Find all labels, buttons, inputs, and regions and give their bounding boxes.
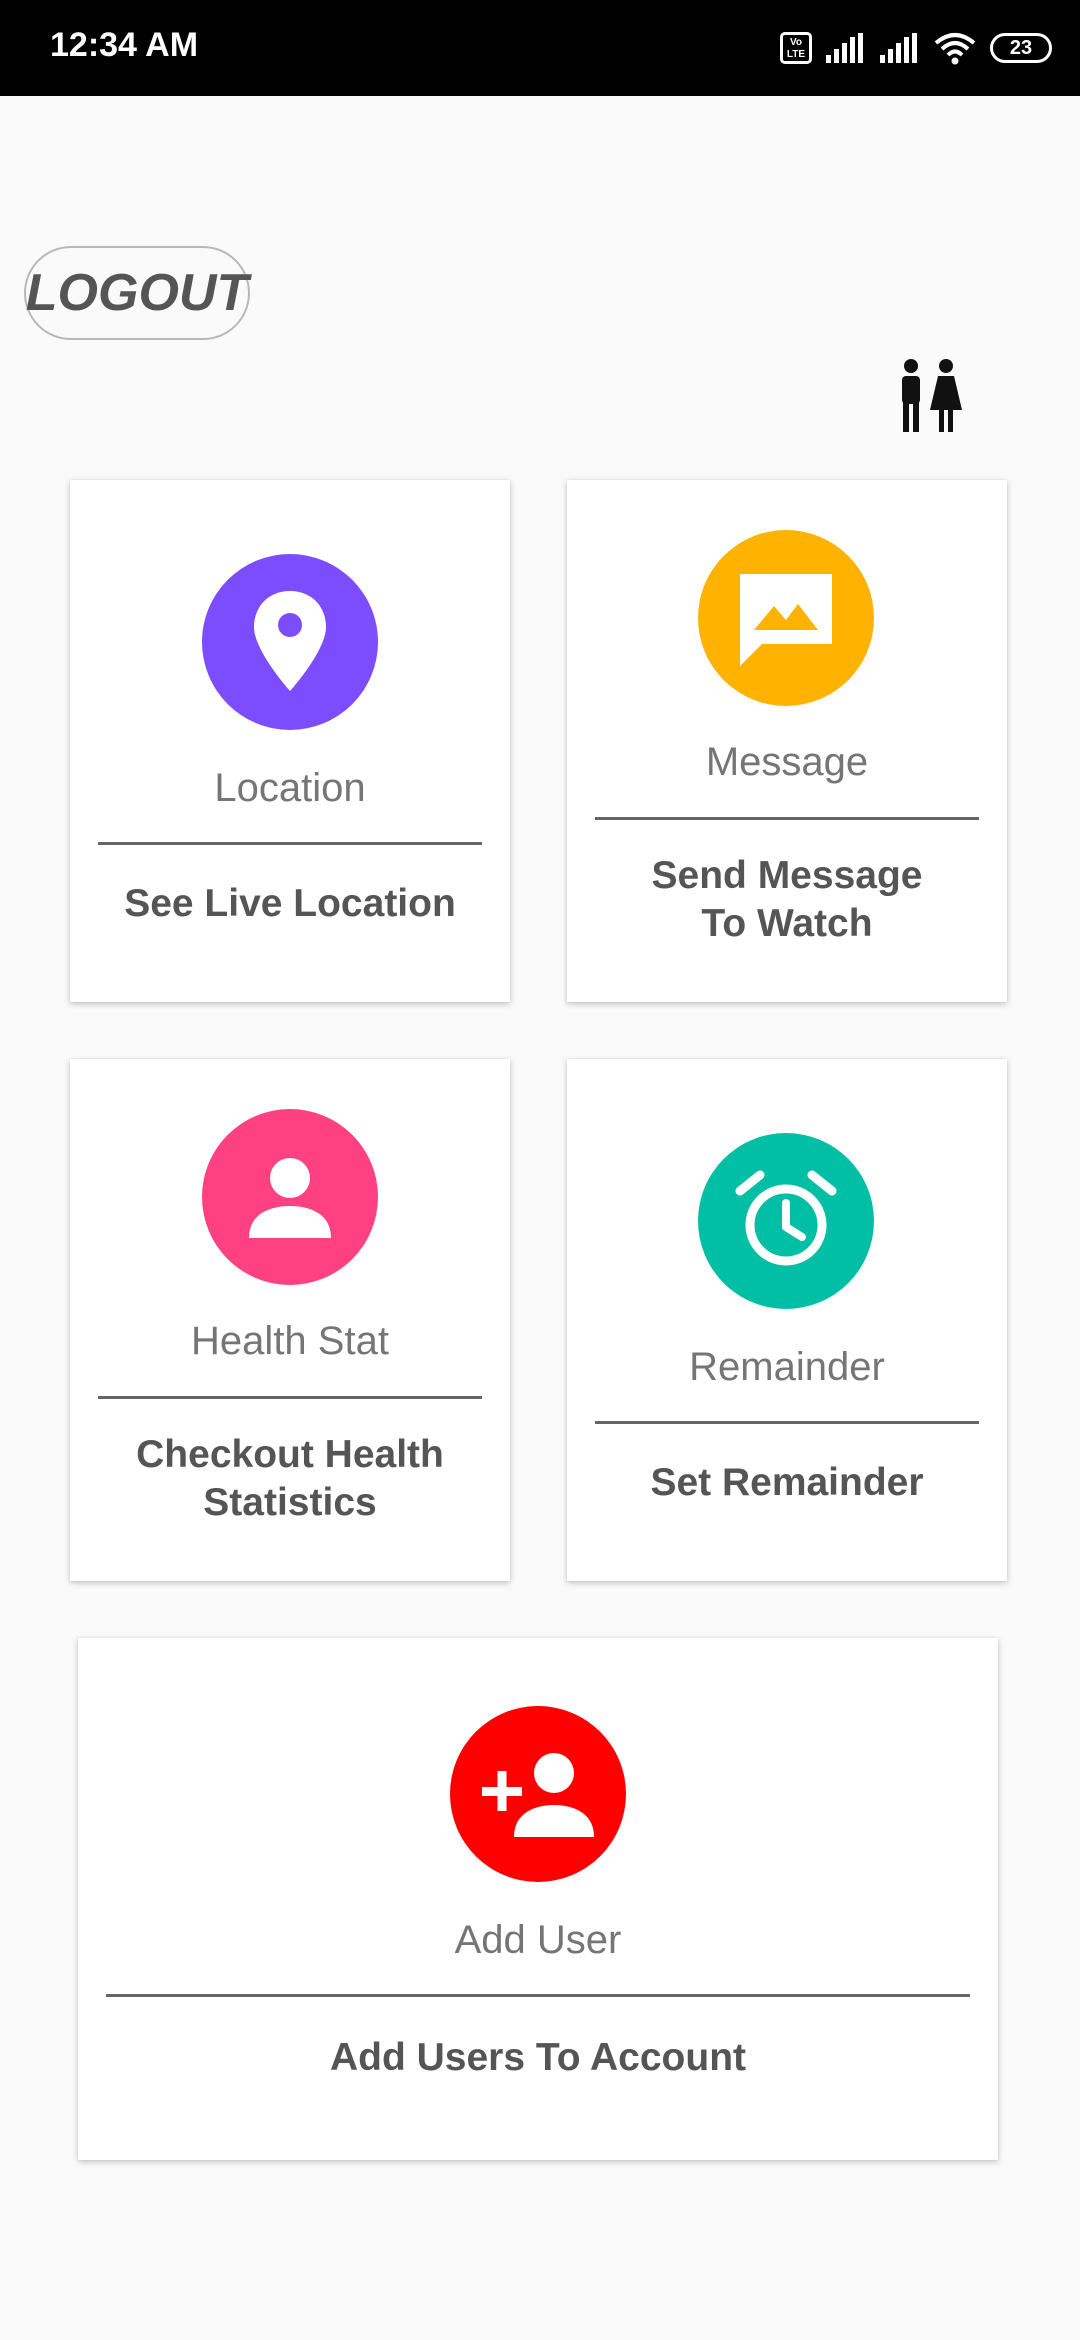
message-image-icon <box>740 574 832 666</box>
message-description-line2: To Watch <box>701 902 873 945</box>
message-card[interactable]: Message Send Message To Watch <box>567 480 1007 1002</box>
message-divider <box>595 817 979 820</box>
location-pin-icon <box>254 591 326 691</box>
status-bar: 12:34 AM Vo LTE 23 <box>0 0 1080 96</box>
volte-icon: Vo LTE <box>780 32 812 64</box>
add-user-divider <box>106 1994 970 1997</box>
add-user-description: Add Users To Account <box>329 2036 747 2079</box>
signal-icon <box>826 33 863 63</box>
battery-indicator: 23 <box>990 33 1052 63</box>
health-stat-divider <box>98 1396 482 1399</box>
location-icon-circle <box>202 554 378 730</box>
location-card[interactable]: Location See Live Location <box>70 480 510 1002</box>
location-divider <box>98 842 482 845</box>
message-description-line1: Send Message <box>651 854 923 897</box>
signal-icon-2 <box>880 33 917 63</box>
health-stat-description-line1: Checkout Health <box>136 1433 444 1476</box>
message-icon-circle <box>698 530 874 706</box>
logout-button[interactable]: LOGOUT <box>24 246 250 340</box>
alarm-clock-icon <box>735 1170 837 1266</box>
remainder-card[interactable]: Remainder Set Remainder <box>567 1059 1007 1581</box>
health-stat-title: Health Stat <box>191 1319 389 1363</box>
add-user-icon-circle <box>450 1706 626 1882</box>
health-stat-card[interactable]: Health Stat Checkout Health Statistics <box>70 1059 510 1581</box>
message-title: Message <box>705 740 869 784</box>
remainder-title: Remainder <box>689 1345 885 1389</box>
family-icon[interactable] <box>894 358 964 434</box>
location-description: See Live Location <box>124 882 456 925</box>
add-user-title: Add User <box>454 1918 622 1962</box>
remainder-divider <box>595 1421 979 1424</box>
add-user-card[interactable]: Add User Add Users To Account <box>78 1638 998 2160</box>
person-icon <box>249 1158 331 1238</box>
message-description: Send Message To Watch <box>567 852 1007 948</box>
add-user-icon <box>482 1753 594 1837</box>
location-title: Location <box>214 766 366 810</box>
remainder-icon-circle <box>698 1133 874 1309</box>
health-icon-circle <box>202 1109 378 1285</box>
status-icons: Vo LTE 23 <box>780 28 1052 68</box>
wifi-icon <box>934 33 976 65</box>
health-stat-description-line2: Statistics <box>203 1481 377 1524</box>
status-time: 12:34 AM <box>50 26 199 64</box>
health-stat-description: Checkout Health Statistics <box>70 1431 510 1527</box>
remainder-description: Set Remainder <box>650 1461 924 1504</box>
